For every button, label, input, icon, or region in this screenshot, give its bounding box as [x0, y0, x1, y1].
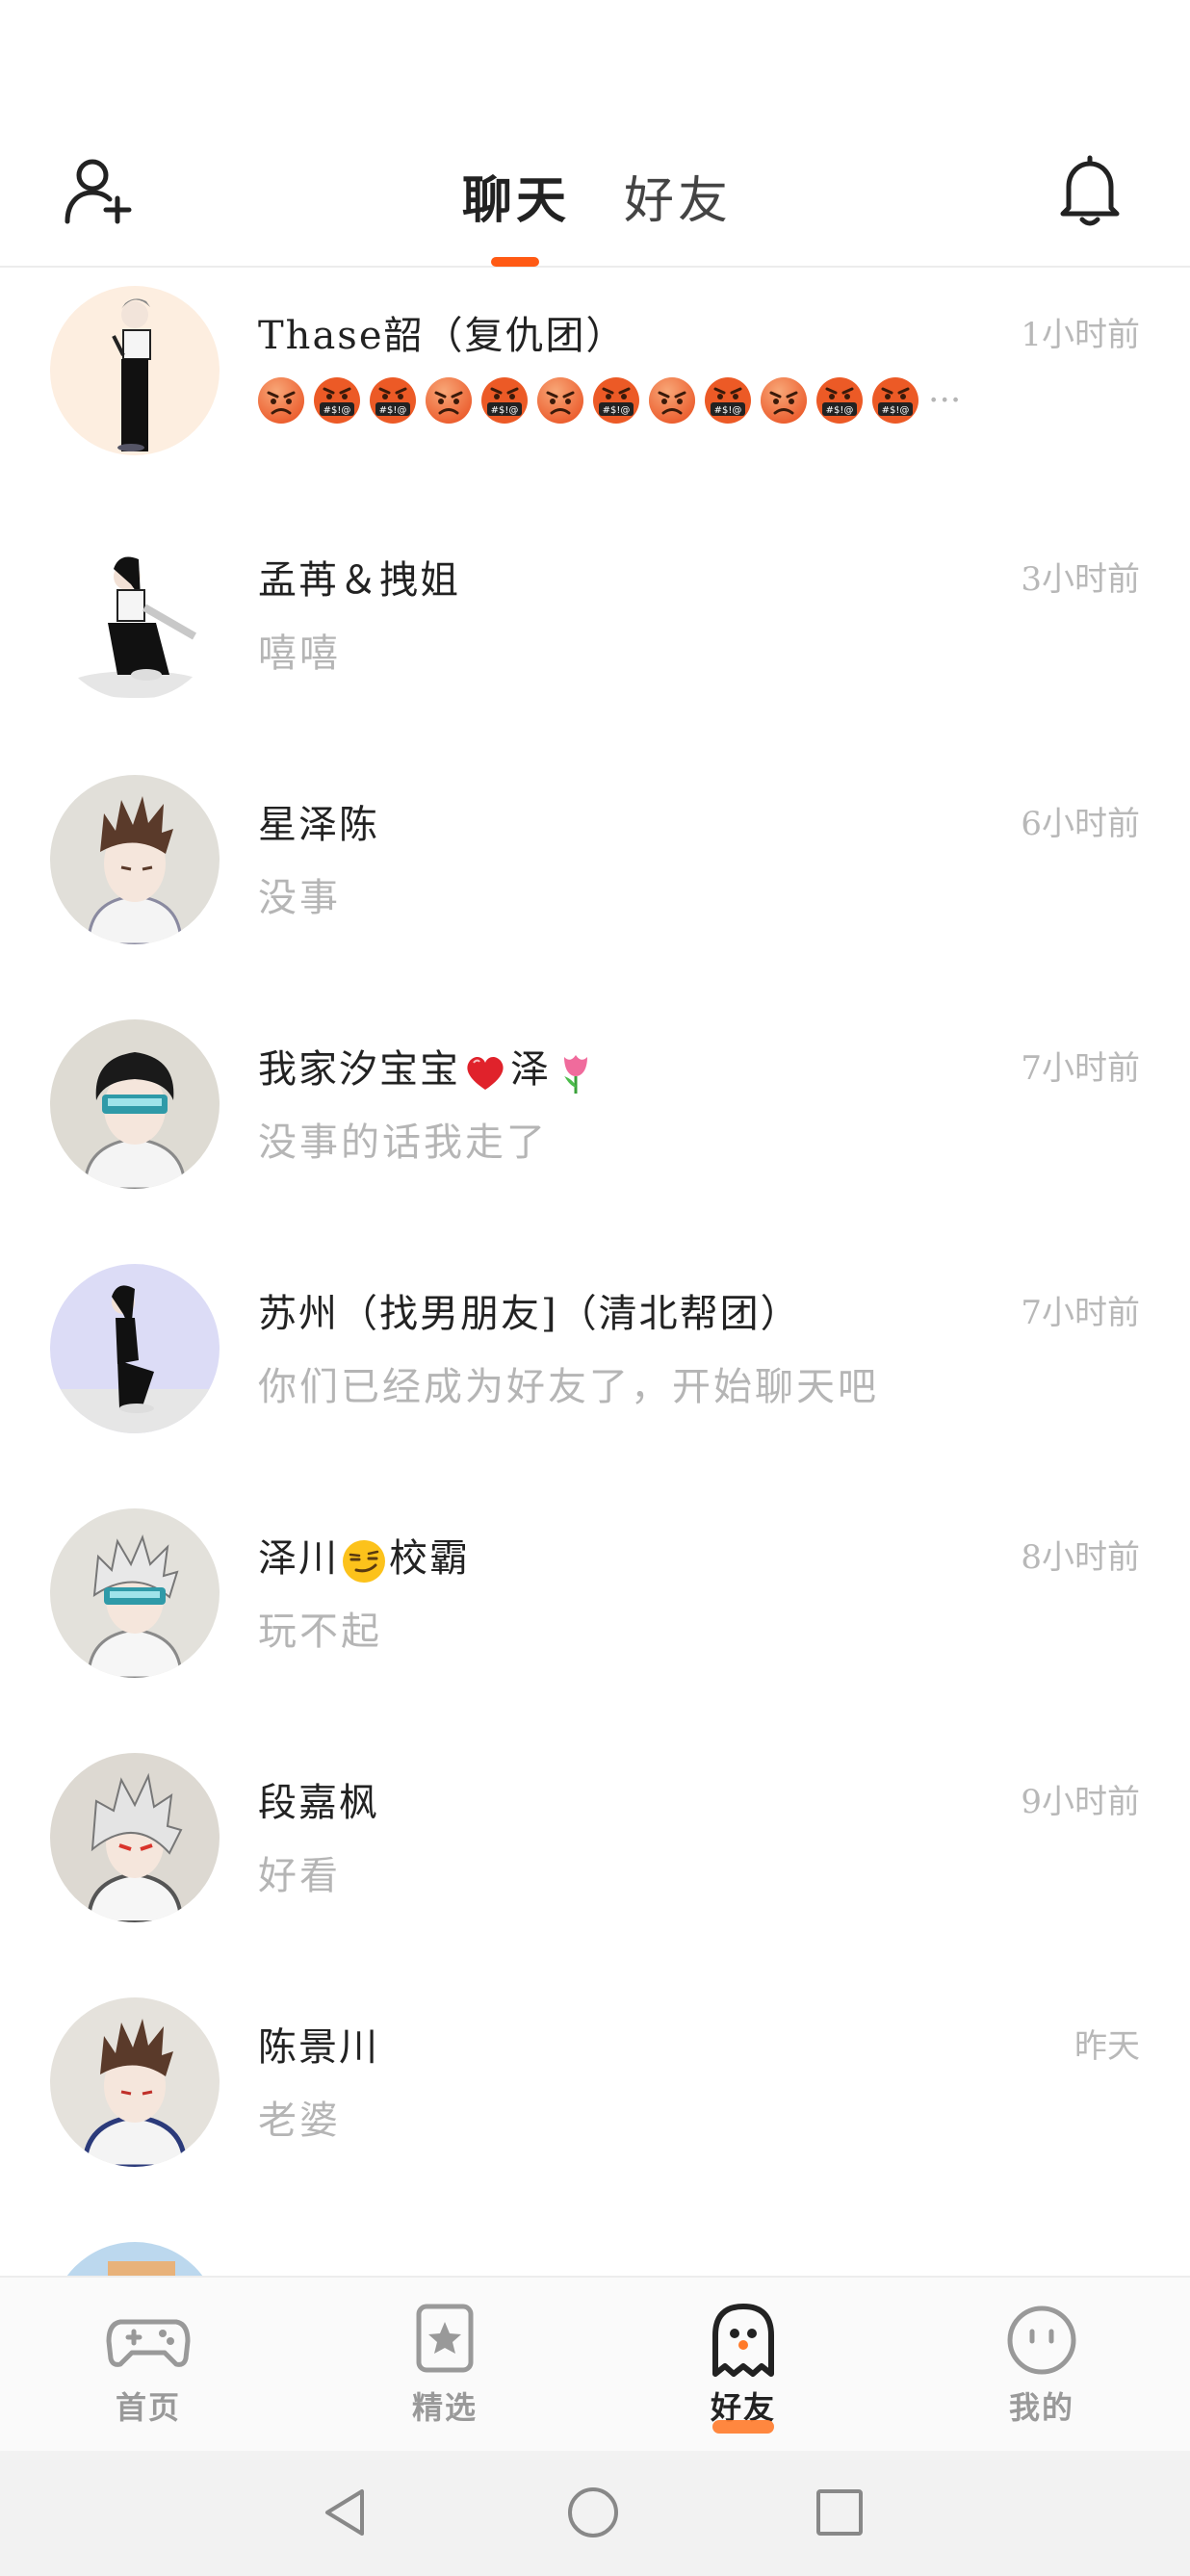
nav-label: 精选 [411, 2389, 478, 2426]
chat-time: 6小时前 [1021, 805, 1140, 843]
chat-row[interactable]: 星泽陈 6小时前 没事 [0, 759, 1190, 1003]
chat-list[interactable]: Thase韶（复仇团） 1小时前 ··· 孟苒＆拽姐 3小时前 嘻嘻 星泽陈 6… [0, 270, 1190, 2276]
active-tab-indicator [491, 257, 539, 267]
smiley-icon [1007, 2306, 1076, 2375]
chat-name-text: 泽 [510, 1047, 551, 1092]
chat-name: 泽川 校霸 [258, 1527, 470, 1584]
add-friend-icon[interactable] [64, 154, 137, 227]
active-nav-indicator [712, 2420, 774, 2434]
avatar[interactable] [50, 2242, 220, 2276]
chat-message: 没事的话我走了 [258, 1121, 548, 1165]
tulip-icon [553, 1049, 599, 1095]
chat-name: Thase韶（复仇团） [258, 314, 627, 358]
avatar[interactable] [50, 1019, 220, 1189]
chat-message: 好看 [258, 1854, 341, 1898]
gamepad-icon [106, 2319, 191, 2367]
angry-face-icon [647, 375, 697, 425]
chat-name: 我家汐宝宝 泽 [258, 1038, 601, 1095]
chat-message: 老婆 [258, 2099, 341, 2143]
chat-row[interactable]: 苏州（找男朋友]（清北帮团） 7小时前 你们已经成为好友了，开始聊天吧 [0, 1248, 1190, 1492]
angry-face-icon [535, 375, 585, 425]
angry-face-icon [424, 375, 474, 425]
chat-message: 没事 [258, 876, 341, 920]
nav-label: 我的 [1008, 2389, 1074, 2426]
chat-message-emojis: ··· [256, 375, 961, 425]
tab-friends[interactable]: 好友 [624, 160, 732, 232]
chat-name-text: 泽川 [258, 1536, 339, 1581]
avatar[interactable] [50, 530, 220, 700]
chat-name: 陈景川 [258, 2025, 379, 2070]
back-icon[interactable] [318, 2484, 375, 2541]
chat-name: 星泽陈 [258, 803, 379, 847]
angry-face-icon [256, 375, 306, 425]
recents-icon[interactable] [811, 2484, 868, 2541]
chat-message: 你们已经成为好友了，开始聊天吧 [258, 1365, 879, 1409]
cursing-face-icon [368, 375, 418, 425]
chat-row[interactable]: 孟苒＆拽姐 3小时前 嘻嘻 [0, 514, 1190, 759]
cursing-face-icon [703, 375, 753, 425]
red-heart-icon [462, 1049, 508, 1095]
chat-name: 苏州（找男朋友]（清北帮团） [258, 1292, 801, 1336]
cursing-face-icon [870, 375, 920, 425]
chat-time: 8小时前 [1021, 1538, 1140, 1577]
chat-time: 3小时前 [1021, 560, 1140, 599]
chat-name: 段嘉枫 [258, 1781, 379, 1825]
home-icon[interactable] [564, 2484, 622, 2541]
avatar[interactable] [50, 775, 220, 944]
avatar[interactable] [50, 1753, 220, 1922]
chat-message: 玩不起 [258, 1610, 382, 1654]
chat-row[interactable]: Thase韶（复仇团） 1小时前 ··· [0, 270, 1190, 514]
chat-row[interactable]: 我家汐宝宝 泽 7小时前 没事的话我走了 [0, 1003, 1190, 1248]
bottom-nav: 首页 精选 好友 我的 [0, 2276, 1190, 2451]
avatar[interactable] [50, 1997, 220, 2167]
chat-row[interactable] [0, 2226, 1190, 2276]
message-ellipsis: ··· [928, 380, 962, 421]
system-nav-bar [0, 2451, 1190, 2576]
chat-row[interactable]: 段嘉枫 9小时前 好看 [0, 1737, 1190, 1981]
chat-row[interactable]: 泽川 校霸 8小时前 玩不起 [0, 1492, 1190, 1737]
chat-time: 9小时前 [1021, 1783, 1140, 1821]
nav-me[interactable]: 我的 [965, 2303, 1119, 2428]
angry-face-icon [759, 375, 809, 425]
smirking-face-icon [341, 1538, 387, 1584]
chat-time: 1小时前 [1021, 316, 1140, 354]
chat-name-text: 校霸 [389, 1536, 470, 1581]
chat-time: 昨天 [1074, 2027, 1140, 2066]
cursing-face-icon [815, 375, 865, 425]
avatar[interactable] [50, 1508, 220, 1678]
avatar[interactable] [50, 286, 220, 455]
chat-message: 嘻嘻 [258, 631, 341, 676]
top-tabs: 聊天 好友 [462, 160, 732, 232]
chat-time: 7小时前 [1021, 1294, 1140, 1332]
chat-time: 7小时前 [1021, 1049, 1140, 1088]
cursing-face-icon [591, 375, 641, 425]
chat-name: 孟苒＆拽姐 [258, 558, 460, 603]
tab-chat[interactable]: 聊天 [462, 160, 570, 232]
ghost-icon [712, 2304, 774, 2377]
avatar[interactable] [50, 1264, 220, 1433]
chat-row[interactable]: 陈景川 昨天 老婆 [0, 1981, 1190, 2226]
cursing-face-icon [312, 375, 362, 425]
nav-featured[interactable]: 精选 [368, 2303, 522, 2428]
nav-label: 首页 [115, 2389, 181, 2426]
top-header: 聊天 好友 [0, 0, 1190, 268]
nav-home[interactable]: 首页 [71, 2303, 225, 2428]
nav-friends[interactable]: 好友 [666, 2303, 820, 2434]
chat-name-text: 我家汐宝宝 [258, 1047, 460, 1092]
star-bookmark-icon [416, 2304, 474, 2373]
cursing-face-icon [479, 375, 530, 425]
bell-icon[interactable] [1053, 152, 1126, 229]
